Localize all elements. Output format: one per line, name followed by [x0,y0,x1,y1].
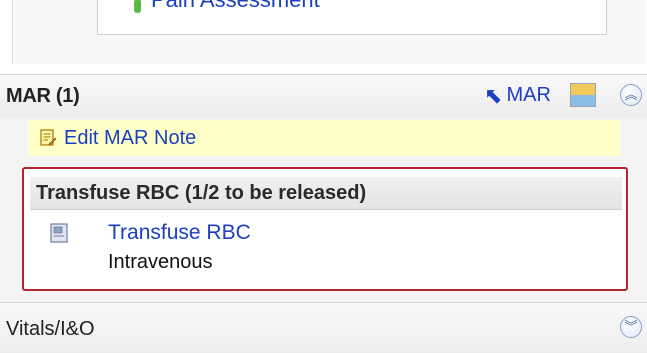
note-icon [40,129,56,146]
order-item-name-link[interactable]: Transfuse RBC [108,221,251,245]
document-icon [50,223,68,243]
previous-section-card: Pain Assessment [12,0,645,64]
collapse-mar-button[interactable]: ︽ [620,84,642,106]
vitals-section-header[interactable]: Vitals/I&O [0,302,647,353]
vitals-section-title: Vitals/I&O [6,318,95,340]
double-chevron-up-icon: ︽ [624,87,638,102]
expand-vitals-button[interactable]: ︾ [620,316,642,338]
order-item-route: Intravenous [108,251,213,273]
double-chevron-down-icon: ︾ [624,319,638,334]
order-group-title: Transfuse RBC (1/2 to be released) [36,182,367,204]
order-group-header: Transfuse RBC (1/2 to be released) [30,177,622,210]
mar-link[interactable]: ⬉ MAR [484,84,551,107]
edit-mar-note-label: Edit MAR Note [64,126,197,149]
mar-link-label: MAR [506,84,551,106]
order-item[interactable]: Transfuse RBC Intravenous [50,217,570,281]
green-status-icon [134,0,141,13]
mar-section-title: MAR (1) [6,85,80,107]
worklist-panel: Pain Assessment MAR (1) ⬉ MAR ︽ Edit MAR… [0,0,647,353]
edit-mar-note-button[interactable]: Edit MAR Note [28,120,620,156]
arrow-up-left-icon: ⬉ [484,82,503,108]
pain-assessment-item[interactable]: Pain Assessment [134,0,320,13]
mar-section-header: MAR (1) ⬉ MAR [0,74,647,119]
pain-assessment-box: Pain Assessment [97,0,607,35]
pain-assessment-label: Pain Assessment [151,0,320,13]
color-legend-icon[interactable] [570,83,596,107]
selected-order-group[interactable]: Transfuse RBC (1/2 to be released) Trans… [22,167,628,291]
